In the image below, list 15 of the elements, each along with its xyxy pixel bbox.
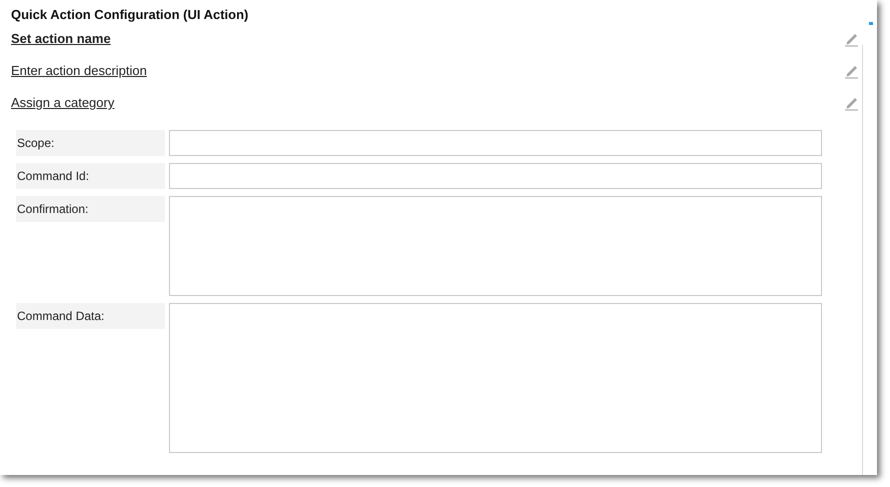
text-area[interactable] xyxy=(169,303,822,453)
input-field[interactable] xyxy=(169,163,822,189)
setting-link[interactable]: Set action name xyxy=(11,30,111,48)
pencil-icon[interactable] xyxy=(844,95,860,111)
input-field[interactable] xyxy=(169,130,822,156)
setting-link[interactable]: Enter action description xyxy=(11,62,147,80)
field-label: Scope: xyxy=(16,130,165,156)
text-area[interactable] xyxy=(169,196,822,296)
setting-link[interactable]: Assign a category xyxy=(11,94,114,112)
field-label: Command Data: xyxy=(16,303,165,329)
dialog-title: Quick Action Configuration (UI Action) xyxy=(11,6,248,23)
field-label: Confirmation: xyxy=(16,196,165,222)
pencil-icon[interactable] xyxy=(844,63,860,79)
pencil-icon[interactable] xyxy=(844,31,860,47)
field-label: Command Id: xyxy=(16,163,165,189)
